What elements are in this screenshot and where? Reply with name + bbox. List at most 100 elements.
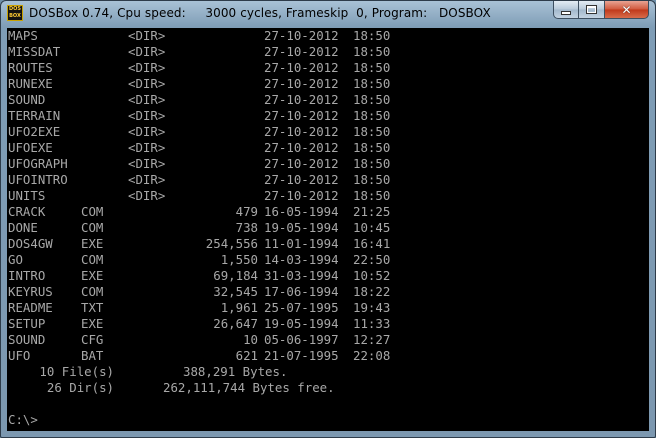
entry-time: 18:50 — [353, 172, 391, 187]
entry-name: MISSDAT — [8, 44, 61, 59]
entry-name: SOUND — [8, 92, 46, 107]
entry-size: 1,961 — [220, 300, 258, 315]
title-bar[interactable]: DOS BOX DOSBox 0.74, Cpu speed: 3000 cyc… — [1, 1, 655, 27]
entry-date: 27-10-2012 — [264, 92, 339, 107]
summary-dirs-count: 26 Dir(s) — [46, 380, 114, 395]
close-button[interactable]: ✕ — [605, 1, 649, 19]
summary-files-line: 10 File(s) 388,291 Bytes. — [8, 364, 287, 380]
entry-name: MAPS — [8, 28, 38, 43]
entry-date: 27-10-2012 — [264, 172, 339, 187]
entry-date: 27-10-2012 — [264, 140, 339, 155]
entry-date: 25-07-1995 — [264, 300, 339, 315]
entry-time: 18:50 — [353, 76, 391, 91]
summary-files-bytes: 388,291 Bytes. — [183, 364, 288, 379]
entry-ext: EXE — [81, 316, 104, 331]
entry-time: 18:22 — [353, 284, 391, 299]
entry-name: KEYRUS — [8, 284, 53, 299]
dir-tag: <DIR> — [128, 44, 166, 59]
entry-name: DONE — [8, 220, 38, 235]
entry-date: 27-10-2012 — [264, 156, 339, 171]
entry-time: 18:50 — [353, 156, 391, 171]
entry-size: 32,545 — [213, 284, 258, 299]
entry-name: UFO — [8, 348, 31, 363]
dir-tag: <DIR> — [128, 172, 166, 187]
entry-time: 21:25 — [353, 204, 391, 219]
entry-name: DOS4GW — [8, 236, 53, 251]
entry-size: 10 — [243, 332, 258, 347]
entry-time: 22:08 — [353, 348, 391, 363]
entry-time: 18:50 — [353, 44, 391, 59]
dir-tag: <DIR> — [128, 92, 166, 107]
dir-tag: <DIR> — [128, 60, 166, 75]
entry-size: 621 — [235, 348, 258, 363]
entry-time: 19:43 — [353, 300, 391, 315]
minimize-button[interactable] — [553, 1, 579, 19]
entry-name: README — [8, 300, 53, 315]
entry-time: 11:33 — [353, 316, 391, 331]
entry-date: 27-10-2012 — [264, 44, 339, 59]
dir-tag: <DIR> — [128, 28, 166, 43]
icon-text-bottom: BOX — [9, 13, 21, 19]
entry-date: 27-10-2012 — [264, 76, 339, 91]
entry-name: UFOEXE — [8, 140, 53, 155]
minimize-icon — [561, 10, 571, 15]
summary-files-count: 10 File(s) — [39, 364, 114, 379]
entry-size: 69,184 — [213, 268, 258, 283]
entry-date: 27-10-2012 — [264, 124, 339, 139]
icon-text-top: DOS — [8, 6, 21, 12]
close-icon: ✕ — [621, 2, 632, 17]
entry-name: UFO2EXE — [8, 124, 61, 139]
maximize-icon — [586, 5, 597, 14]
entry-date: 27-10-2012 — [264, 108, 339, 123]
entry-date: 27-10-2012 — [264, 60, 339, 75]
window-controls: ✕ — [553, 1, 649, 19]
entry-time: 18:50 — [353, 188, 391, 203]
entry-name: TERRAIN — [8, 108, 61, 123]
entry-name: ROUTES — [8, 60, 53, 75]
dosbox-window: DOS BOX DOSBox 0.74, Cpu speed: 3000 cyc… — [0, 0, 656, 438]
entry-ext: COM — [81, 220, 104, 235]
entry-date: 05-06-1997 — [264, 332, 339, 347]
summary-dirs-bytes: 262,111,744 Bytes free. — [163, 380, 335, 395]
entry-ext: BAT — [81, 348, 104, 363]
entry-size: 26,647 — [213, 316, 258, 331]
entry-name: SOUND — [8, 332, 46, 347]
entry-ext: COM — [81, 284, 104, 299]
entry-size: 254,556 — [205, 236, 258, 251]
entry-date: 16-05-1994 — [264, 204, 339, 219]
entry-name: INTRO — [8, 268, 46, 283]
entry-date: 27-10-2012 — [264, 28, 339, 43]
entry-size: 1,550 — [220, 252, 258, 267]
dir-tag: <DIR> — [128, 124, 166, 139]
entry-date: 14-03-1994 — [264, 252, 339, 267]
dir-tag: <DIR> — [128, 156, 166, 171]
dir-tag: <DIR> — [128, 76, 166, 91]
dir-tag: <DIR> — [128, 108, 166, 123]
entry-name: UFOGRAPH — [8, 156, 68, 171]
maximize-button[interactable] — [579, 1, 605, 19]
summary-dirs-line: 26 Dir(s) 262,111,744 Bytes free. — [8, 380, 335, 396]
entry-time: 12:27 — [353, 332, 391, 347]
entry-time: 18:50 — [353, 60, 391, 75]
entry-size: 479 — [235, 204, 258, 219]
entry-date: 21-07-1995 — [264, 348, 339, 363]
entry-time: 18:50 — [353, 140, 391, 155]
dos-console[interactable]: MAPS <DIR> 27-10-2012 18:50 MISSDAT <DIR> 27-1… — [7, 28, 649, 431]
entry-time: 10:52 — [353, 268, 391, 283]
entry-ext: COM — [81, 252, 104, 267]
entry-ext: EXE — [81, 268, 104, 283]
entry-name: UFOINTRO — [8, 172, 68, 187]
entry-time: 10:45 — [353, 220, 391, 235]
entry-date: 17-06-1994 — [264, 284, 339, 299]
entry-date: 19-05-1994 — [264, 316, 339, 331]
entry-time: 18:50 — [353, 28, 391, 43]
entry-name: CRACK — [8, 204, 46, 219]
entry-date: 19-05-1994 — [264, 220, 339, 235]
entry-time: 18:50 — [353, 108, 391, 123]
entry-ext: COM — [81, 204, 104, 219]
dosbox-app-icon[interactable]: DOS BOX — [7, 5, 23, 21]
entry-time: 18:50 — [353, 124, 391, 139]
command-prompt[interactable]: C:\> — [8, 412, 38, 428]
entry-time: 16:41 — [353, 236, 391, 251]
entry-time: 22:50 — [353, 252, 391, 267]
